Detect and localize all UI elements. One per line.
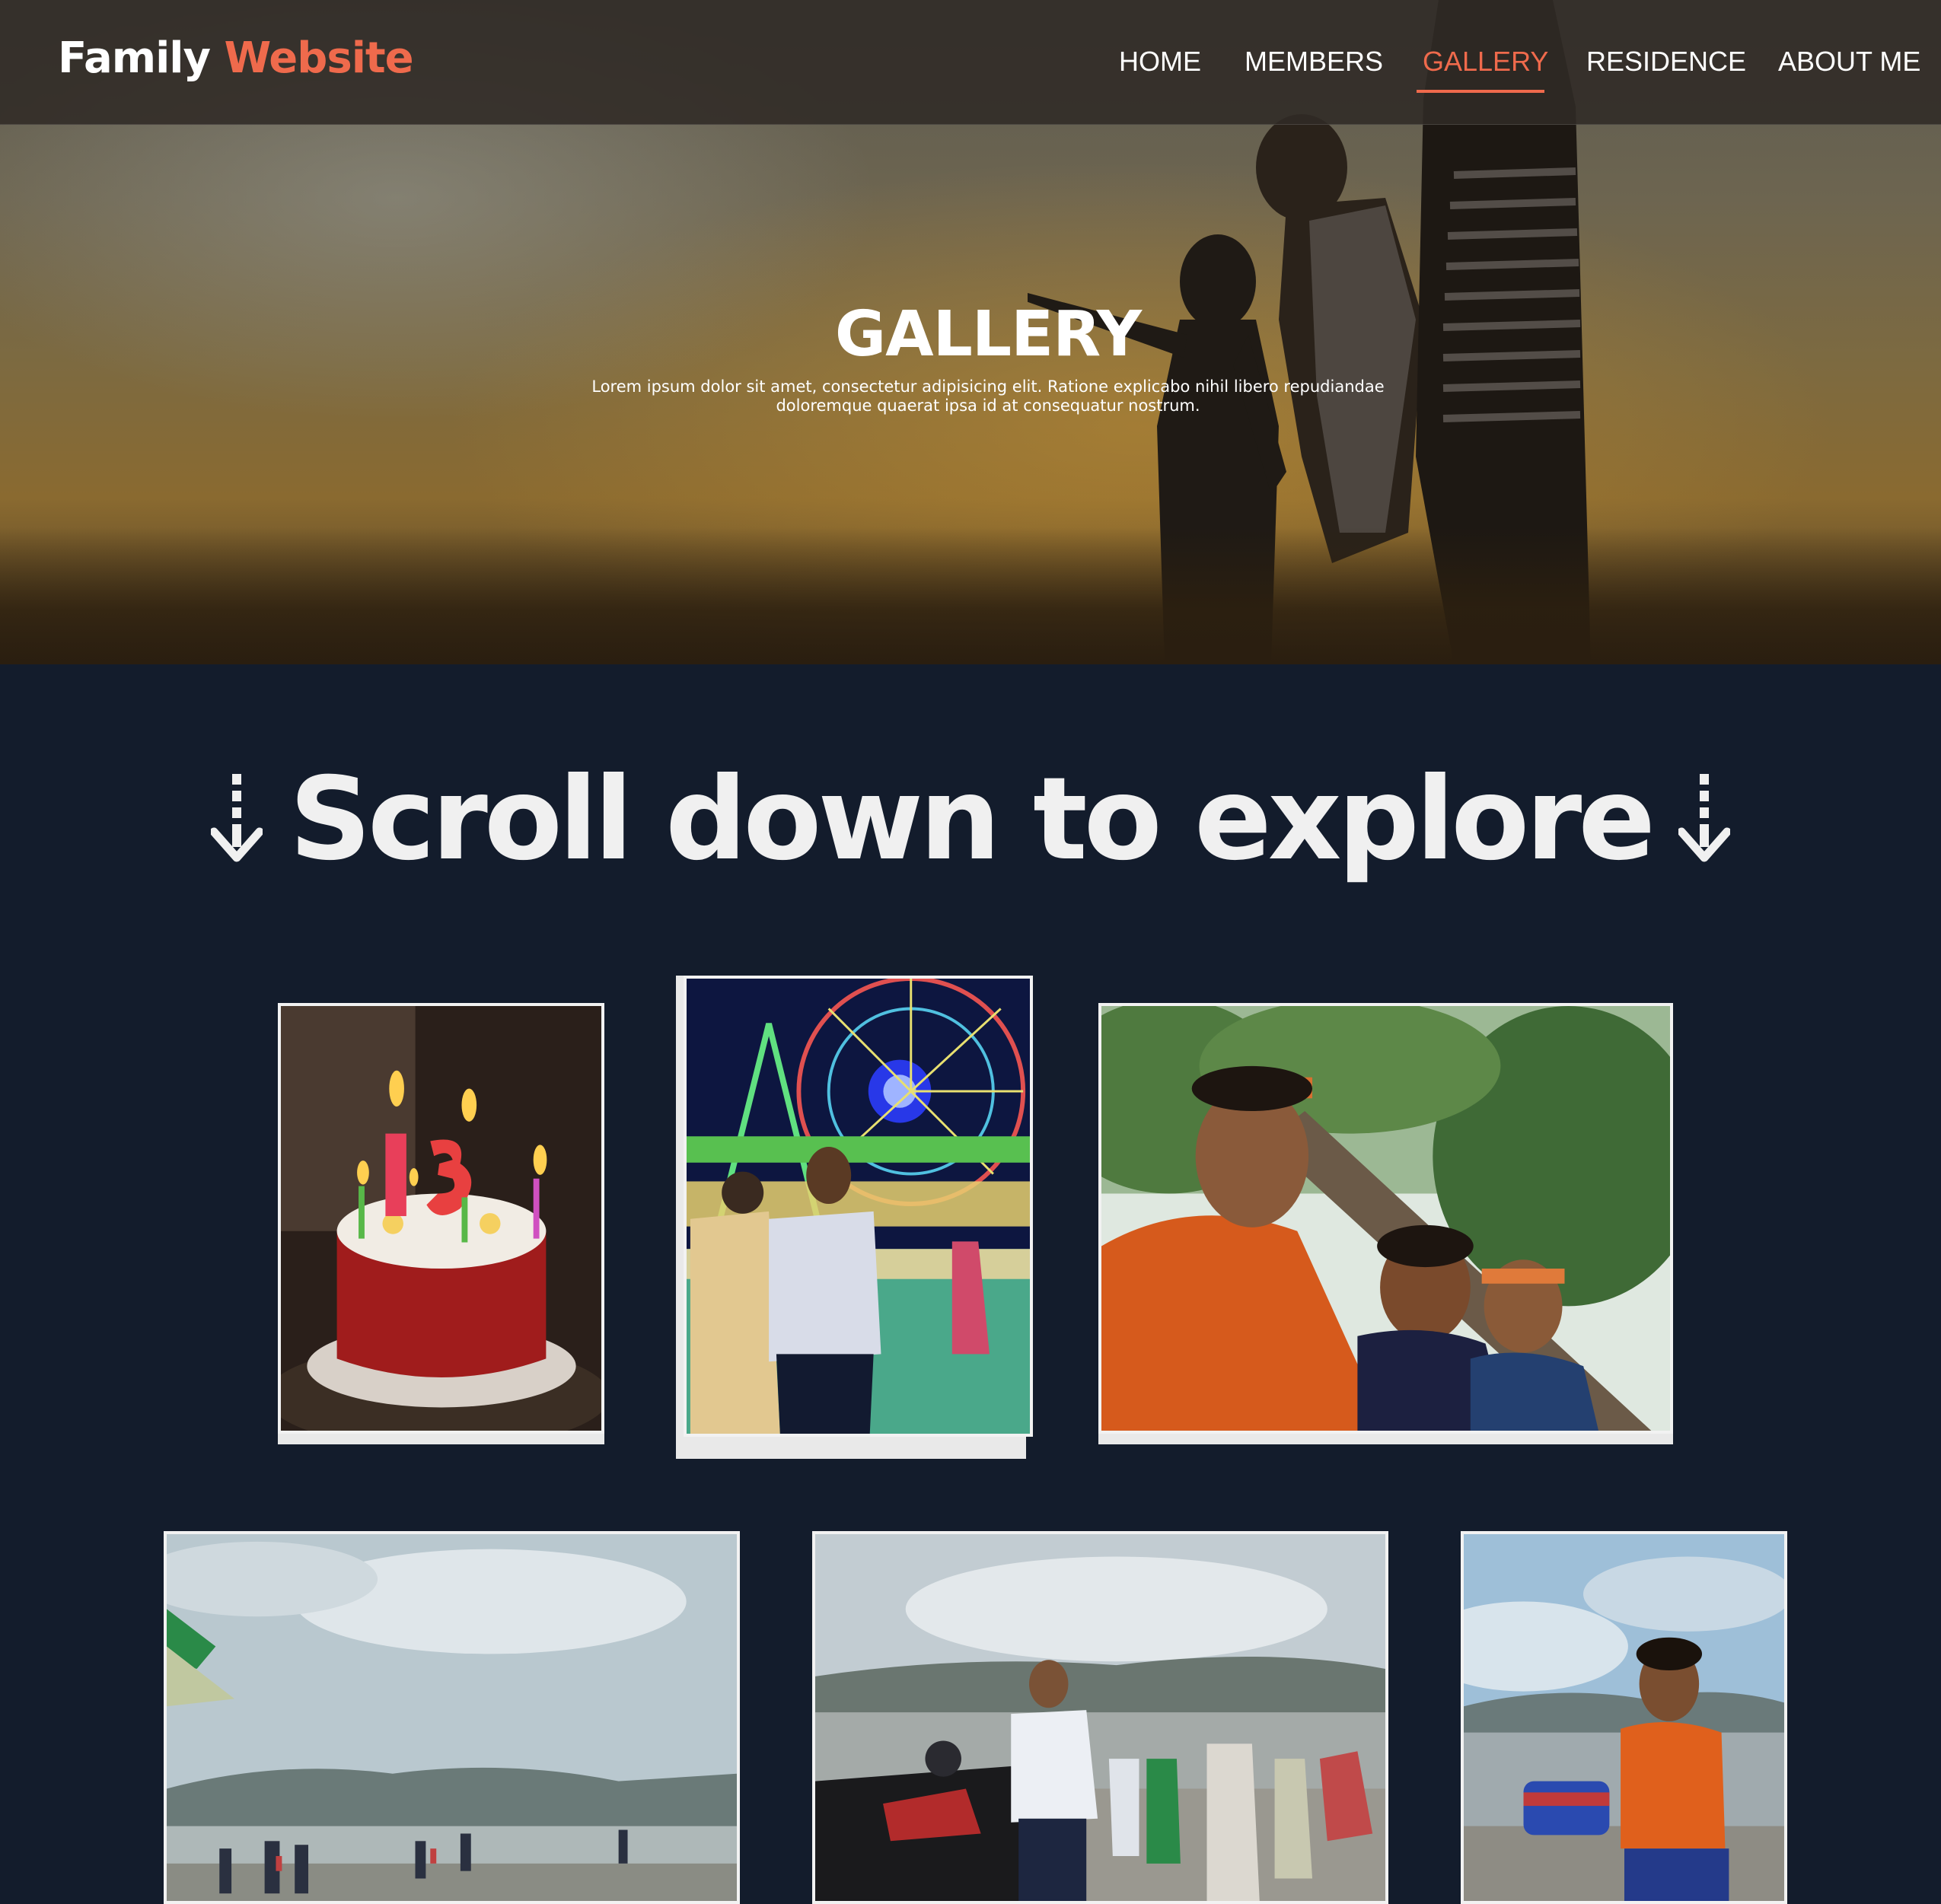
nav-residence[interactable]: RESIDENCE xyxy=(1586,46,1746,84)
riverside-man-image xyxy=(815,1534,1385,1901)
hero-subtitle-line-1: Lorem ipsum dolor sit amet, consectetur … xyxy=(591,377,1385,396)
dashed-arrow-down-icon xyxy=(1678,774,1731,862)
nav-members[interactable]: MEMBERS xyxy=(1245,46,1383,84)
nav-gallery[interactable]: GALLERY xyxy=(1423,46,1548,84)
scroll-heading-text: Scroll down to explore xyxy=(288,753,1656,886)
nav-about-me[interactable]: ABOUT ME xyxy=(1778,46,1920,84)
nav-home[interactable]: HOME xyxy=(1119,46,1201,84)
riverbank-crowd-photo[interactable] xyxy=(164,1531,740,1904)
riverside-boy-photo[interactable] xyxy=(1461,1531,1787,1904)
night-fair-photo[interactable] xyxy=(684,976,1033,1437)
hero-subtitle: Lorem ipsum dolor sit amet, consectetur … xyxy=(586,377,1390,416)
navbar: Family Website HOME MEMBERS GALLERY RESI… xyxy=(0,0,1941,125)
birthday-cake-photo[interactable] xyxy=(278,1003,604,1434)
riverbank-crowd-image xyxy=(167,1534,737,1901)
birthday-cake-image xyxy=(281,1006,601,1431)
riverside-man-photo[interactable] xyxy=(812,1531,1388,1904)
forest-selfie-image xyxy=(1101,1006,1670,1431)
brand-second-word: Website xyxy=(224,33,414,83)
forest-selfie-photo[interactable] xyxy=(1098,1003,1673,1434)
night-fair-image xyxy=(687,979,1030,1434)
page-title: GALLERY xyxy=(834,298,1142,371)
brand-logo[interactable]: Family Website xyxy=(58,33,414,83)
hero-subtitle-line-2: doloremque quaerat ipsa id at consequatu… xyxy=(776,396,1200,415)
scroll-heading: Scroll down to explore xyxy=(0,753,1941,886)
riverside-boy-image xyxy=(1464,1534,1784,1901)
dashed-arrow-down-icon xyxy=(210,774,263,862)
grass-foreground xyxy=(0,527,1941,664)
nav-active-underline xyxy=(1417,90,1544,93)
brand-first-word: Family xyxy=(58,33,211,83)
